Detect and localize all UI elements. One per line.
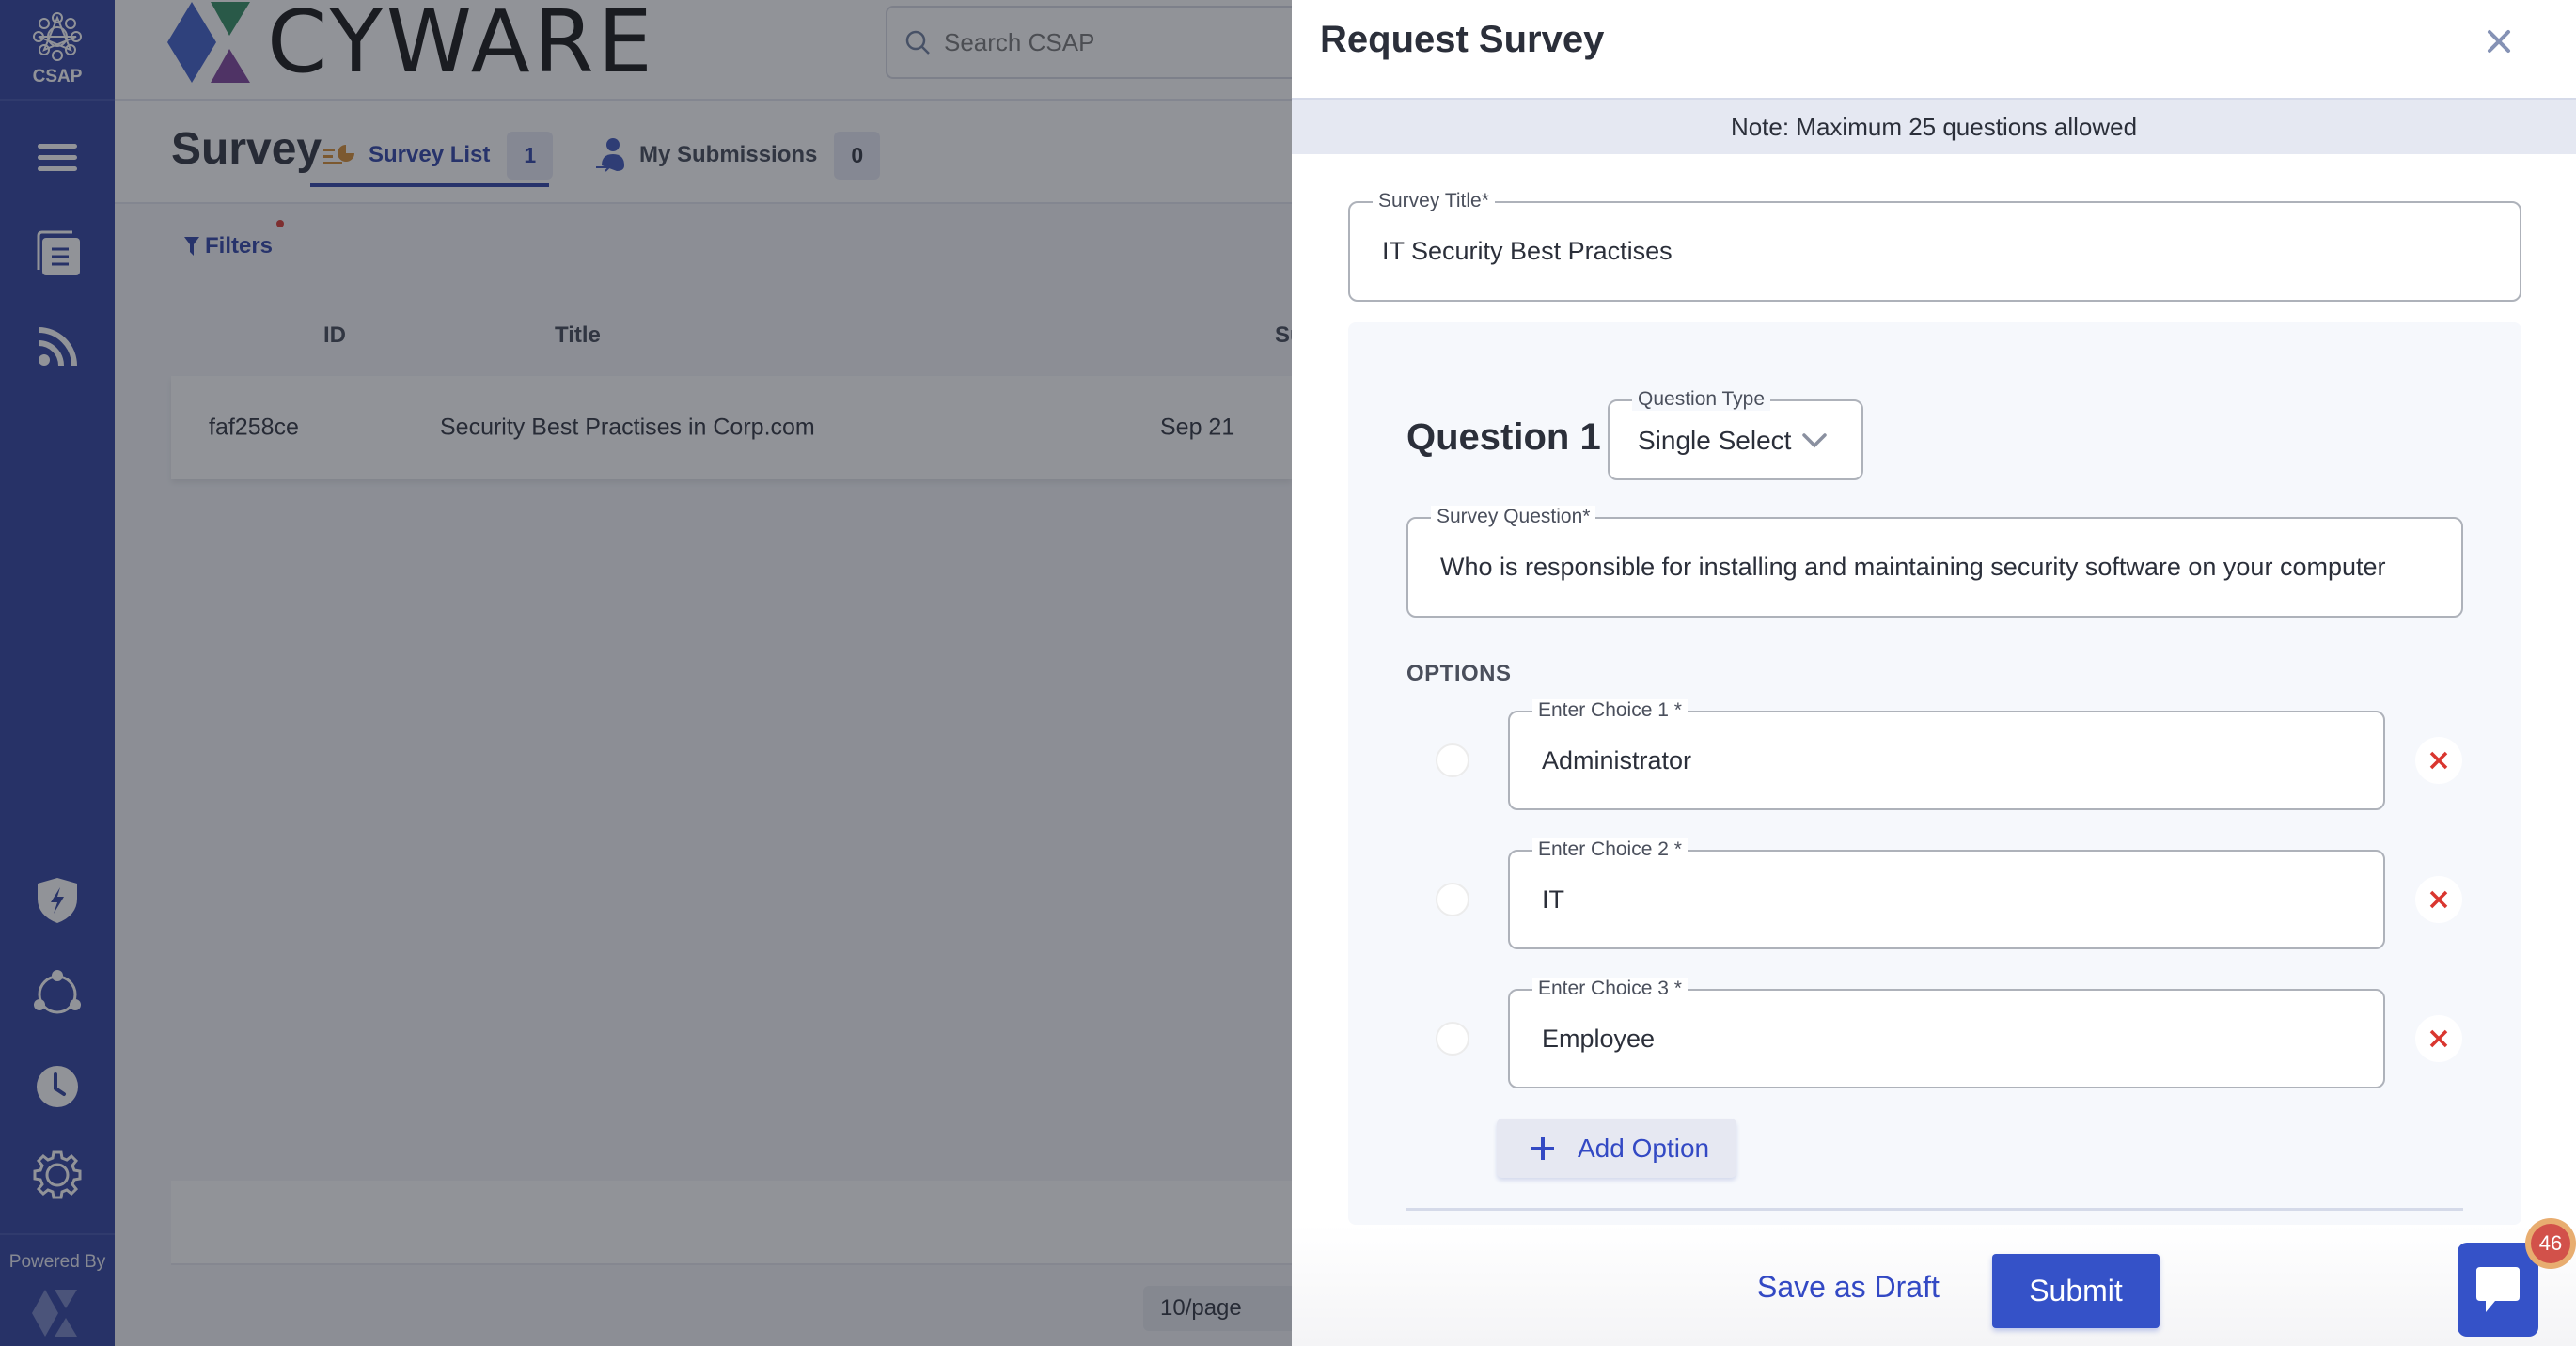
add-option-button[interactable]: Add Option [1497, 1119, 1736, 1178]
request-survey-drawer: Request Survey Note: Maximum 25 question… [1292, 0, 2576, 1346]
plus-icon [1531, 1136, 1554, 1160]
choice-3-input[interactable] [1542, 991, 2368, 1087]
remove-choice-2-button[interactable] [2415, 876, 2462, 923]
choice-1-field[interactable]: Enter Choice 1 * [1508, 699, 2385, 810]
survey-title-field[interactable]: Survey Title* [1348, 190, 2521, 302]
choice-3-radio[interactable] [1436, 1022, 1469, 1056]
choice-2-input[interactable] [1542, 852, 2368, 947]
chat-bubble-icon [2476, 1267, 2520, 1312]
chevron-down-icon [1802, 433, 1828, 448]
question-type-select[interactable]: Question Type Single Select [1608, 388, 1863, 480]
remove-icon [2429, 1029, 2448, 1048]
question-divider [1406, 1208, 2463, 1211]
survey-question-input[interactable] [1440, 519, 2446, 616]
note-banner: Note: Maximum 25 questions allowed [1292, 98, 2576, 154]
question-card: Question 1 Question Type Single Select S… [1348, 322, 2521, 1225]
choice-3-field[interactable]: Enter Choice 3 * [1508, 978, 2385, 1088]
chat-widget-button[interactable] [2458, 1243, 2538, 1337]
question-type-label: Question Type [1632, 388, 1771, 411]
submit-button[interactable]: Submit [1992, 1254, 2160, 1328]
add-option-label: Add Option [1578, 1133, 1710, 1163]
drawer-footer: Save as Draft Submit [1292, 1225, 2576, 1346]
close-button[interactable] [2482, 24, 2516, 58]
choice-2-field[interactable]: Enter Choice 2 * [1508, 838, 2385, 949]
survey-question-field[interactable]: Survey Question* [1406, 506, 2463, 618]
remove-choice-3-button[interactable] [2415, 1015, 2462, 1062]
remove-icon [2429, 751, 2448, 770]
question-type-value: Single Select [1638, 426, 1792, 455]
remove-icon [2429, 890, 2448, 909]
modal-backdrop[interactable] [0, 0, 1292, 1346]
chat-notification-badge: 46 [2525, 1218, 2576, 1269]
options-heading: OPTIONS [1406, 661, 1512, 686]
save-draft-button[interactable]: Save as Draft [1757, 1270, 1940, 1305]
chat-badge-count: 46 [2531, 1224, 2570, 1263]
survey-title-input[interactable] [1382, 203, 2505, 300]
drawer-title: Request Survey [1320, 19, 1605, 60]
note-text: Note: Maximum 25 questions allowed [1730, 112, 2138, 141]
remove-choice-1-button[interactable] [2415, 737, 2462, 784]
choice-1-input[interactable] [1542, 712, 2368, 808]
choice-1-radio[interactable] [1436, 743, 1469, 777]
choice-2-radio[interactable] [1436, 883, 1469, 916]
close-icon [2488, 30, 2510, 53]
question-number: Question 1 [1406, 416, 1601, 458]
